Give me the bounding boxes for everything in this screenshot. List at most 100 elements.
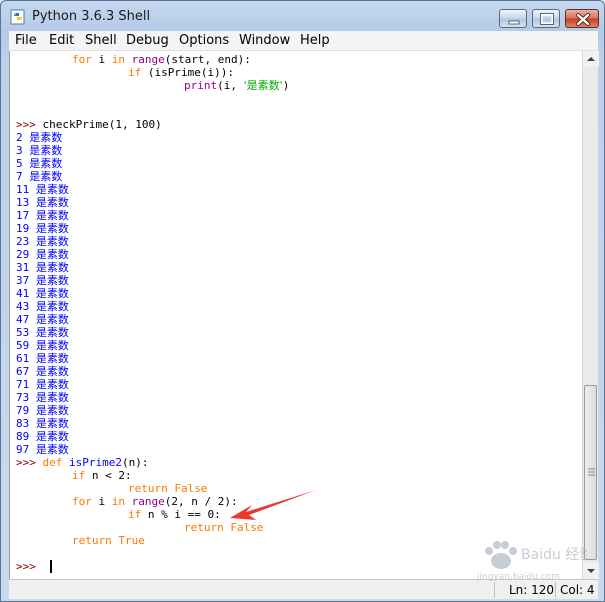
output-line: 3 是素数: [16, 144, 62, 157]
prime-number: 13: [16, 196, 30, 209]
prime-number: 83: [16, 417, 30, 430]
output-label: 是素数: [29, 170, 63, 183]
prime-number: 23: [16, 235, 30, 248]
python-idle-icon[interactable]: [10, 9, 26, 25]
output-line: 71 是素数: [16, 378, 69, 391]
output-line: 37 是素数: [16, 274, 69, 287]
output-label: 是素数: [35, 287, 69, 300]
output-line: 17 是素数: [16, 209, 69, 222]
prime-number: 2: [16, 131, 23, 144]
output-line: 41 是素数: [16, 287, 69, 300]
prime-number: 11: [16, 183, 30, 196]
output-line: 79 是素数: [16, 404, 69, 417]
scroll-up-button[interactable]: [583, 51, 599, 67]
svg-text:jingyan.baidu.com: jingyan.baidu.com: [476, 572, 560, 582]
output-line: 47 是素数: [16, 313, 69, 326]
output-label: 是素数: [35, 209, 69, 222]
output-label: 是素数: [35, 430, 69, 443]
output-line: 73 是素数: [16, 391, 69, 404]
output-line: 5 是素数: [16, 157, 62, 170]
output-label: 是素数: [35, 404, 69, 417]
output-line: 43 是素数: [16, 300, 69, 313]
output-line: 97 是素数: [16, 443, 69, 456]
shell-text-area[interactable]: for i in range(start, end): if (isPrime(…: [9, 51, 582, 579]
output-line: 61 是素数: [16, 352, 69, 365]
window-title: Python 3.6.3 Shell: [32, 9, 151, 24]
output-line: 59 是素数: [16, 339, 69, 352]
prime-number: 79: [16, 404, 30, 417]
output-label: 是素数: [35, 391, 69, 404]
scroll-up-icon: [587, 57, 595, 61]
output-line: 31 是素数: [16, 261, 69, 274]
output-line: 2 是素数: [16, 131, 62, 144]
menu-shell[interactable]: Shell: [85, 33, 117, 48]
menu-window[interactable]: Window: [239, 33, 290, 48]
prime-number: 97: [16, 443, 30, 456]
baidu-jingyan-watermark: Baidu 经验 jingyan.baidu.com: [476, 541, 587, 582]
output-line: 67 是素数: [16, 365, 69, 378]
output-label: 是素数: [35, 378, 69, 391]
prime-number: 37: [16, 274, 30, 287]
title-bar[interactable]: Python 3.6.3 Shell: [1, 1, 604, 31]
prime-number: 73: [16, 391, 30, 404]
menu-help[interactable]: Help: [300, 33, 330, 48]
output-label: 是素数: [29, 157, 63, 170]
minimize-icon: [508, 20, 520, 25]
prime-number: 7: [16, 170, 23, 183]
output-label: 是素数: [35, 235, 69, 248]
output-label: 是素数: [35, 339, 69, 352]
text-cursor: [50, 560, 52, 573]
prime-number: 67: [16, 365, 30, 378]
menu-debug[interactable]: Debug: [126, 33, 169, 48]
prime-number: 31: [16, 261, 30, 274]
close-button[interactable]: [565, 9, 599, 28]
output-label: 是素数: [35, 183, 69, 196]
code-line: print(i, '是素数'): [184, 79, 290, 92]
prime-number: 41: [16, 287, 30, 300]
output-label: 是素数: [29, 144, 63, 157]
idle-shell-window: Python 3.6.3 Shell File Edit Shell Debug…: [0, 0, 605, 602]
output-label: 是素数: [35, 326, 69, 339]
output-label: 是素数: [35, 261, 69, 274]
output-label: 是素数: [29, 131, 63, 144]
status-col: Col: 4: [560, 583, 595, 597]
menu-options[interactable]: Options: [179, 33, 229, 48]
output-label: 是素数: [35, 313, 69, 326]
code-line: return False: [128, 482, 208, 495]
code-line: if n % i == 0:: [128, 508, 221, 521]
output-line: 11 是素数: [16, 183, 69, 196]
prime-number: 71: [16, 378, 30, 391]
output-label: 是素数: [35, 443, 69, 456]
output-line: 29 是素数: [16, 248, 69, 261]
code-line: >>> checkPrime(1, 100): [16, 118, 162, 131]
output-line: 89 是素数: [16, 430, 69, 443]
prime-number: 5: [16, 157, 23, 170]
prime-number: 3: [16, 144, 23, 157]
output-line: 13 是素数: [16, 196, 69, 209]
annotation-arrow-icon: [230, 490, 316, 520]
vertical-scrollbar[interactable]: [582, 51, 599, 579]
prime-number: 29: [16, 248, 30, 261]
output-label: 是素数: [35, 222, 69, 235]
output-line: 53 是素数: [16, 326, 69, 339]
output-label: 是素数: [35, 417, 69, 430]
menu-bar: File Edit Shell Debug Options Window Hel…: [9, 31, 598, 51]
output-line: 7 是素数: [16, 170, 62, 183]
menu-file[interactable]: File: [15, 33, 37, 48]
code-line: for i in range(start, end):: [72, 53, 251, 66]
maximize-icon: [540, 13, 554, 25]
prime-number: 89: [16, 430, 30, 443]
status-line: Ln: 120: [509, 583, 555, 597]
output-label: 是素数: [35, 274, 69, 287]
minimize-button[interactable]: [499, 9, 527, 28]
output-label: 是素数: [35, 352, 69, 365]
code-line: for i in range(2, n / 2):: [72, 495, 238, 508]
prime-number: 53: [16, 326, 30, 339]
code-line: if n < 2:: [72, 469, 132, 482]
prime-number: 59: [16, 339, 30, 352]
menu-edit[interactable]: Edit: [49, 33, 74, 48]
output-label: 是素数: [35, 300, 69, 313]
output-label: 是素数: [35, 248, 69, 261]
maximize-button[interactable]: [532, 9, 560, 28]
prime-number: 47: [16, 313, 30, 326]
